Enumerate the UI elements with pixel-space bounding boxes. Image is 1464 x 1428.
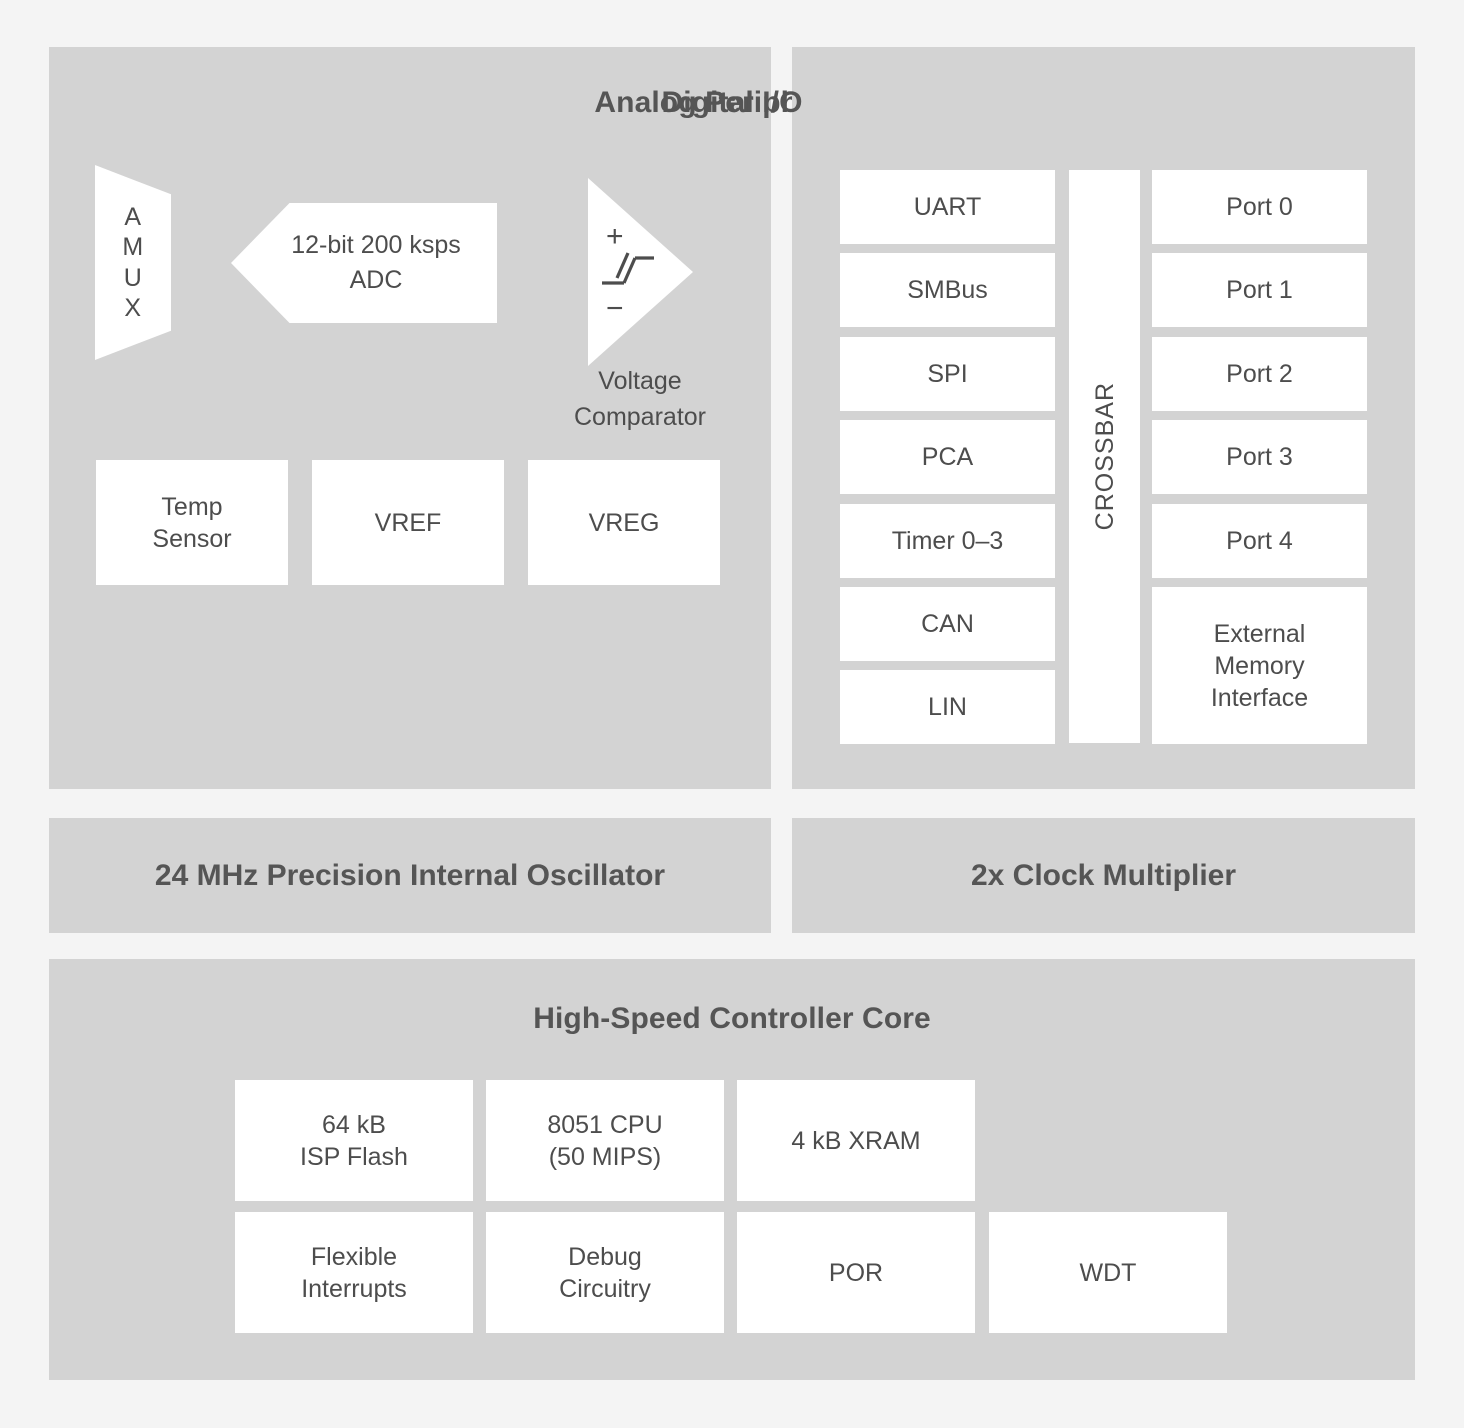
can-block: CAN [840, 587, 1055, 661]
port-1-block: Port 1 [1152, 253, 1367, 327]
por-label: POR [828, 1258, 884, 1287]
vreg-label: VREG [588, 508, 660, 537]
port-2-block: Port 2 [1152, 337, 1367, 411]
port-3-label: Port 3 [1226, 443, 1293, 471]
isp-flash-block: 64 kB ISP Flash [235, 1080, 473, 1201]
adc-label-line2: ADC [349, 266, 403, 294]
clock-multiplier-panel: 2x Clock Multiplier [792, 818, 1415, 933]
xram-block: 4 kB XRAM [737, 1080, 975, 1201]
port-4-label: Port 4 [1226, 527, 1293, 555]
crossbar-label: CROSSBAR [1090, 382, 1119, 531]
adc-block-label: 12-bit 200 ksps ADC [255, 203, 497, 323]
temp-sensor-line1: Temp [161, 492, 223, 521]
amux-letter-m: M [122, 233, 144, 261]
pca-label: PCA [921, 443, 974, 471]
vref-block: VREF [312, 460, 504, 585]
flexible-interrupts-block: Flexible Interrupts [235, 1212, 473, 1333]
interrupts-line2: Interrupts [301, 1274, 407, 1303]
adc-label-line1: 12-bit 200 ksps [291, 230, 461, 259]
emif-line3: Interface [1210, 683, 1309, 712]
wdt-label: WDT [1079, 1258, 1137, 1287]
cpu-block: 8051 CPU (50 MIPS) [486, 1080, 724, 1201]
amux-letter-a: A [124, 202, 142, 231]
amux-letter-x: X [124, 294, 142, 322]
comparator-caption-line1: Voltage [598, 367, 682, 395]
emif-line1: External [1213, 619, 1306, 648]
cpu-line2: (50 MIPS) [548, 1142, 662, 1171]
port-1-label: Port 1 [1226, 276, 1293, 304]
interrupts-line1: Flexible [310, 1242, 398, 1271]
debug-line1: Debug [568, 1242, 642, 1271]
internal-oscillator-label: 24 MHz Precision Internal Oscillator [154, 858, 666, 892]
digital-io-title: Digital I/O [661, 86, 803, 119]
temp-sensor-line2: Sensor [152, 524, 232, 553]
amux-letter-u: U [123, 263, 143, 292]
isp-flash-line2: ISP Flash [300, 1142, 408, 1171]
controller-core-title: High-Speed Controller Core [533, 1002, 931, 1035]
cpu-line1: 8051 CPU [547, 1110, 663, 1139]
smbus-block: SMBus [840, 253, 1055, 327]
timer-label: Timer 0–3 [891, 527, 1004, 555]
xram-label: 4 kB XRAM [791, 1126, 921, 1155]
debug-line2: Circuitry [559, 1274, 651, 1303]
port-4-block: Port 4 [1152, 504, 1367, 578]
emif-line2: Memory [1214, 651, 1305, 680]
can-label: CAN [921, 610, 974, 638]
spi-label: SPI [927, 360, 968, 388]
port-3-block: Port 3 [1152, 420, 1367, 494]
uart-block: UART [840, 170, 1055, 244]
external-memory-interface-block: External Memory Interface [1152, 587, 1367, 744]
temp-sensor-block: Temp Sensor [96, 460, 288, 585]
smbus-label: SMBus [907, 276, 988, 304]
por-block: POR [737, 1212, 975, 1333]
uart-label: UART [913, 193, 982, 221]
port-0-block: Port 0 [1152, 170, 1367, 244]
debug-circuitry-block: Debug Circuitry [486, 1212, 724, 1333]
crossbar-block: CROSSBAR [1069, 170, 1140, 743]
vreg-block: VREG [528, 460, 720, 585]
internal-oscillator-panel: 24 MHz Precision Internal Oscillator [49, 818, 771, 933]
port-2-label: Port 2 [1226, 360, 1293, 388]
amux-block-label: A M U X [95, 165, 171, 360]
wdt-block: WDT [989, 1212, 1227, 1333]
voltage-comparator-caption: Voltage Comparator [530, 363, 750, 436]
pca-block: PCA [840, 420, 1055, 494]
lin-label: LIN [928, 693, 967, 721]
clock-multiplier-label: 2x Clock Multiplier [970, 858, 1237, 892]
timer-block: Timer 0–3 [840, 504, 1055, 578]
port-0-label: Port 0 [1226, 193, 1293, 221]
isp-flash-line1: 64 kB [322, 1110, 386, 1139]
spi-block: SPI [840, 337, 1055, 411]
comparator-caption-line2: Comparator [574, 403, 706, 432]
lin-block: LIN [840, 670, 1055, 744]
vref-label: VREF [374, 508, 442, 537]
